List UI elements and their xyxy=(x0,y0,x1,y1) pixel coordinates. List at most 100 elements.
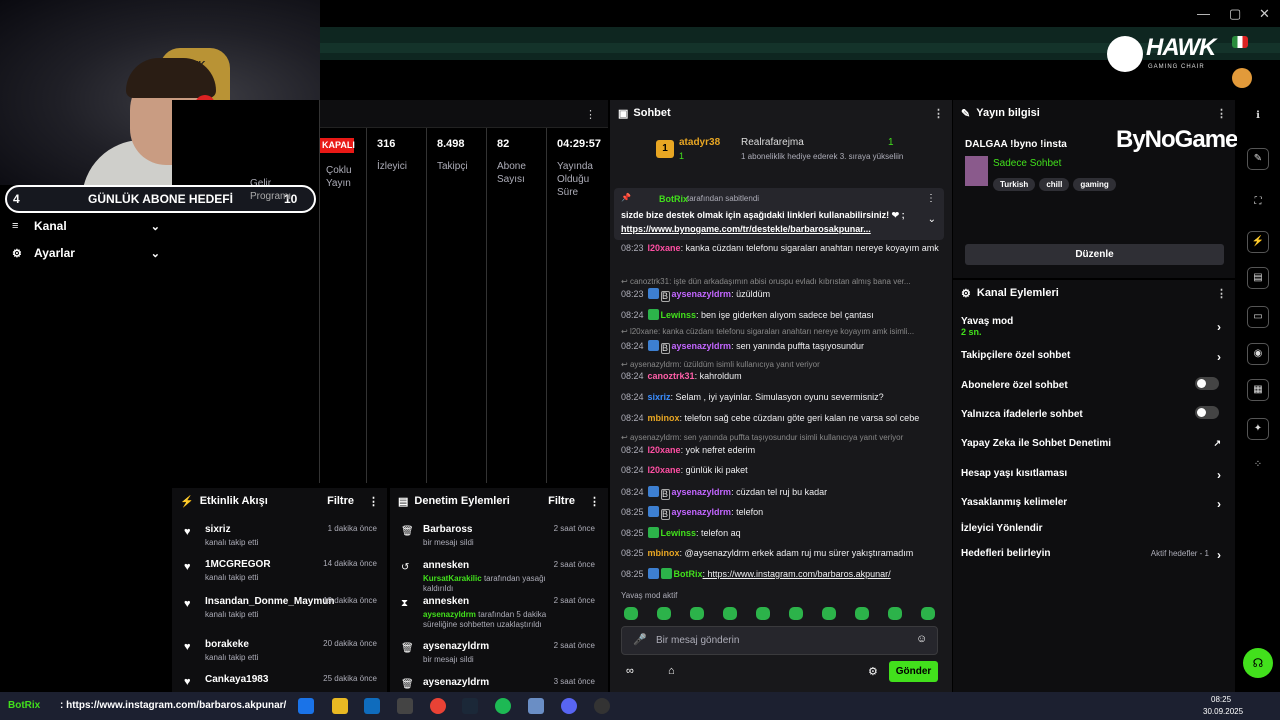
more-options-icon[interactable]: ⋮ xyxy=(585,108,596,121)
moderation-item[interactable]: 🗑 aysenazyldrm 3 saat önce xyxy=(401,677,595,691)
support-icon[interactable]: ☊ xyxy=(1243,648,1273,678)
message-user[interactable]: aysenazyldrm xyxy=(672,289,732,299)
moderation-item[interactable]: 🗑 Barbaross bir mesajı sildi 2 saat önce xyxy=(401,524,595,548)
chat-message[interactable]: 08:23 Baysenazyldrm: üzüldüm xyxy=(621,288,941,302)
outlook-icon[interactable] xyxy=(364,698,380,714)
moderation-item[interactable]: 🗑 aysenazyldrm bir mesajı sildi 2 saat önce xyxy=(401,641,595,665)
message-user[interactable]: mbinox xyxy=(648,413,680,423)
activity-item[interactable]: ♥ borakeke kanalı takip etti 20 dakika önce xyxy=(184,639,377,662)
message-user[interactable]: l20xane xyxy=(648,465,681,475)
raid-setting[interactable]: İzleyici Yönlendir xyxy=(961,523,1227,534)
message-user[interactable]: mbinox xyxy=(648,548,680,558)
message-user[interactable]: sixriz xyxy=(648,392,671,402)
gear-icon[interactable]: ⚙ xyxy=(868,665,878,678)
moderation-item[interactable]: ↺ annesken KursatKarakilic tarafından yasa… xyxy=(401,560,595,594)
spotify-icon[interactable] xyxy=(495,698,511,714)
chat-message[interactable]: 08:25 BotRix: https://www.instagram.com/b… xyxy=(621,568,941,580)
emote-icon[interactable] xyxy=(756,607,770,620)
store-icon[interactable]: ⌂ xyxy=(668,665,675,677)
chat-message[interactable]: 08:24 mbinox: telefon sağ cebe cüzdanı gö… xyxy=(621,413,941,424)
emote-icon[interactable] xyxy=(888,607,902,620)
close-button[interactable]: ✕ xyxy=(1259,6,1270,22)
more-options-icon[interactable]: ⋮ xyxy=(926,193,936,204)
broadcast-icon[interactable]: ◉ xyxy=(1247,343,1269,365)
mic-icon[interactable]: 🎤 xyxy=(633,633,647,646)
chat-message[interactable]: 08:25 Baysenazyldrm: telefon xyxy=(621,506,941,520)
chat-message[interactable]: 08:25 mbinox: @aysenazyldrm erkek adam ru… xyxy=(621,548,941,559)
minimize-button[interactable]: — xyxy=(1197,6,1210,21)
activity-item[interactable]: ♥ sixriz kanalı takip etti 1 dakika önce xyxy=(184,524,377,547)
slow-mode-setting[interactable]: Yavaş mod 2 sn. › xyxy=(961,316,1227,337)
obs-icon[interactable] xyxy=(594,698,610,714)
discord-icon[interactable] xyxy=(561,698,577,714)
filter-button[interactable]: Filtre xyxy=(327,495,354,507)
chat-message[interactable]: 08:25 Lewinss: telefon aq xyxy=(621,527,941,539)
activity-item[interactable]: ♥ Insandan_Donme_Maymun kanalı takip etti 1… xyxy=(184,596,377,619)
edge-icon[interactable] xyxy=(298,698,314,714)
activity-item[interactable]: ♥ 1MCGREGOR kanalı takip etti 14 dakika önc… xyxy=(184,559,377,582)
steam-icon[interactable] xyxy=(462,698,478,714)
tag[interactable]: Turkish xyxy=(993,178,1036,191)
chat-icon[interactable]: ▭ xyxy=(1247,306,1269,328)
message-user[interactable]: l20xane xyxy=(648,445,681,455)
more-options-icon[interactable]: ⋮ xyxy=(933,107,944,120)
emote-icon[interactable] xyxy=(789,607,803,620)
chat-message[interactable]: 08:24 l20xane: günlük iki paket xyxy=(621,465,941,476)
edit-button[interactable]: Düzenle xyxy=(965,244,1224,265)
ai-moderation-setting[interactable]: Yapay Zeka ile Sohbet Denetimi ↗ xyxy=(961,438,1227,449)
sidebar-item-kanal[interactable]: ≡ Kanal ⌄ xyxy=(12,217,160,235)
avatar[interactable] xyxy=(1232,68,1252,88)
emote-icon[interactable] xyxy=(921,607,935,620)
chat-message[interactable]: 08:24 l20xane: yok nefret ederim xyxy=(621,445,941,456)
message-user[interactable]: canoztrk31 xyxy=(648,371,695,381)
app-icon[interactable] xyxy=(528,698,544,714)
stream-category[interactable]: Sadece Sohbet xyxy=(993,158,1061,169)
wrench-icon[interactable]: ✦ xyxy=(1247,418,1269,440)
message-user[interactable]: aysenazyldrm xyxy=(672,487,732,497)
edit-icon[interactable]: ✎ xyxy=(1247,148,1269,170)
gift-user[interactable]: Realrafarejma xyxy=(741,137,804,148)
message-user[interactable]: l20xane xyxy=(648,243,681,253)
banned-words-setting[interactable]: Yasaklanmış kelimeler › xyxy=(961,497,1227,511)
message-user[interactable]: aysenazyldrm xyxy=(672,341,732,351)
more-options-icon[interactable]: ⋮ xyxy=(589,495,600,508)
tag[interactable]: chill xyxy=(1039,178,1070,191)
layout-icon[interactable]: ▦ xyxy=(1247,379,1269,401)
goals-setting[interactable]: Hedefleri belirleyin Aktif hedefler - 1 › xyxy=(961,548,1227,562)
more-options-icon[interactable]: ⋮ xyxy=(368,495,379,508)
chat-message[interactable]: 08:23 l20xane: kanka cüzdanı telefonu sig… xyxy=(621,243,941,254)
emote-icon[interactable] xyxy=(855,607,869,620)
more-options-icon[interactable]: ⋮ xyxy=(1216,107,1227,120)
emote-only-toggle[interactable] xyxy=(1195,406,1219,419)
filter-button[interactable]: Filtre xyxy=(548,495,575,507)
sub-only-setting[interactable]: Abonelere özel sohbet xyxy=(961,377,1227,391)
message-user[interactable]: BotRix xyxy=(674,569,703,579)
pinned-link[interactable]: https://www.bynogame.com/tr/destekle/bar… xyxy=(621,224,871,234)
emote-icon[interactable] xyxy=(690,607,704,620)
emote-icon[interactable] xyxy=(822,607,836,620)
xbox-icon[interactable] xyxy=(397,698,413,714)
chat-message[interactable]: 08:24 Lewinss: ben işe giderken alıyom sa… xyxy=(621,309,941,321)
chat-message[interactable]: 08:24 sixriz: Selam , iyi yayinlar. Simul… xyxy=(621,392,941,403)
top-gifter-name[interactable]: atadyr38 xyxy=(679,137,720,148)
flag-icon[interactable] xyxy=(1232,36,1248,48)
message-user[interactable]: Lewinss xyxy=(661,310,697,320)
document-icon[interactable]: ▤ xyxy=(1247,267,1269,289)
chat-message[interactable]: 08:24 Baysenazyldrm: sen yanında puffta t… xyxy=(621,340,941,354)
apps-icon[interactable]: ⁘ xyxy=(1247,455,1269,477)
emote-only-setting[interactable]: Yalnızca ifadelerle sohbet xyxy=(961,406,1227,420)
emoji-icon[interactable]: ☺ xyxy=(916,633,927,645)
message-user[interactable]: Lewinss xyxy=(661,528,697,538)
lightning-icon[interactable]: ⚡ xyxy=(1247,231,1269,253)
chat-message[interactable]: 08:24 canoztrk31: kahroldum xyxy=(621,371,941,382)
chat-input[interactable]: Bir mesaj gönderin xyxy=(621,626,938,655)
folder-icon[interactable] xyxy=(332,698,348,714)
sub-only-toggle[interactable] xyxy=(1195,377,1219,390)
activity-item[interactable]: ♥ Cankaya1983 25 dakika önce xyxy=(184,674,377,688)
info-icon[interactable]: ℹ xyxy=(1247,106,1269,128)
tag[interactable]: gaming xyxy=(1073,178,1116,191)
chevron-down-icon[interactable]: ⌄ xyxy=(928,214,936,225)
send-button[interactable]: Gönder xyxy=(889,661,938,682)
account-age-setting[interactable]: Hesap yaşı kısıtlaması › xyxy=(961,468,1227,482)
points-icon[interactable]: ∞ xyxy=(626,665,634,677)
